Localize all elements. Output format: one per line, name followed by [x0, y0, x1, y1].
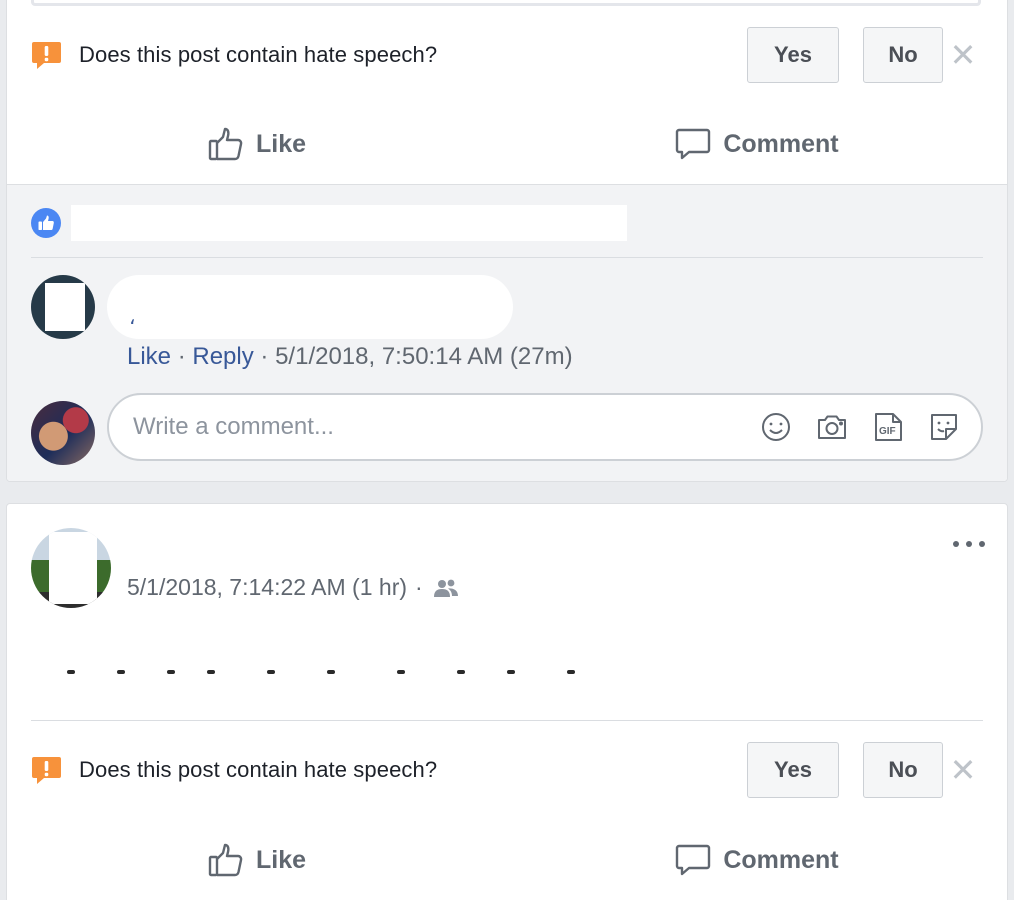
- comment-label: Comment: [723, 845, 839, 874]
- commenter-avatar[interactable]: [31, 275, 95, 339]
- like-label: Like: [255, 845, 307, 874]
- yes-button[interactable]: Yes: [747, 27, 839, 83]
- comment-meta: Like · Reply · 5/1/2018, 7:50:14 AM (27m…: [127, 343, 573, 371]
- comment-bubble: ،: [107, 275, 513, 339]
- current-user-avatar[interactable]: [31, 401, 95, 465]
- post-meta: 5/1/2018, 7:14:22 AM (1 hr) ·: [127, 574, 459, 601]
- redaction-box: [45, 283, 85, 331]
- comment-button[interactable]: Comment: [507, 108, 1007, 180]
- post-body-cropped: [37, 660, 637, 674]
- yes-button[interactable]: Yes: [747, 742, 839, 798]
- thumbs-up-icon: [208, 842, 244, 878]
- sticker-icon[interactable]: [925, 408, 963, 446]
- gif-icon[interactable]: GIF: [869, 408, 907, 446]
- meta-separator: ·: [415, 574, 423, 600]
- post-actions: Like Comment: [7, 824, 1007, 896]
- svg-text:GIF: GIF: [879, 426, 896, 437]
- warning-icon: [31, 40, 62, 71]
- redaction-box: [49, 532, 97, 604]
- meta-separator: ·: [177, 343, 186, 370]
- redacted-reaction-names: [71, 205, 627, 241]
- like-label: Like: [255, 129, 307, 158]
- comment-timestamp[interactable]: 5/1/2018, 7:50:14 AM (27m): [275, 343, 573, 370]
- comment-label: Comment: [723, 129, 839, 158]
- reactions-summary[interactable]: [31, 205, 627, 241]
- meta-separator: ·: [260, 343, 269, 370]
- thumbs-up-icon: [208, 126, 244, 162]
- friends-icon[interactable]: [433, 578, 459, 598]
- shared-content-frame: [31, 0, 981, 6]
- like-button[interactable]: Like: [7, 108, 507, 180]
- hate-speech-question: Does this post contain hate speech?: [79, 757, 438, 782]
- warning-icon: [31, 755, 62, 786]
- comment-icon: [675, 842, 711, 878]
- post-divider: [31, 720, 983, 721]
- comment-composer: GIF: [107, 393, 983, 461]
- comment-item: ، Like · Reply · 5/1/2018, 7:50:14 AM (2…: [31, 275, 573, 370]
- post-card: Does this post contain hate speech? Yes …: [6, 0, 1008, 482]
- comment-icon: [675, 126, 711, 162]
- hate-speech-prompt: Does this post contain hate speech? Yes …: [31, 27, 983, 83]
- comment-button[interactable]: Comment: [507, 824, 1007, 896]
- camera-icon[interactable]: [813, 408, 851, 446]
- post-actions: Like Comment: [7, 108, 1007, 180]
- comments-section: ، Like · Reply · 5/1/2018, 7:50:14 AM (2…: [7, 184, 1007, 481]
- author-avatar[interactable]: [31, 528, 111, 608]
- post-timestamp[interactable]: 5/1/2018, 7:14:22 AM (1 hr): [127, 574, 407, 601]
- like-button[interactable]: Like: [7, 824, 507, 896]
- comment-text: ،: [129, 307, 136, 329]
- emoji-icon[interactable]: [757, 408, 795, 446]
- comment-reply-link[interactable]: Reply: [192, 343, 253, 370]
- comment-like-link[interactable]: Like: [127, 343, 171, 370]
- dismiss-icon[interactable]: ✕: [943, 750, 983, 790]
- hate-speech-prompt: Does this post contain hate speech? Yes …: [31, 742, 983, 798]
- no-button[interactable]: No: [863, 27, 943, 83]
- post-header: [31, 528, 111, 608]
- dismiss-icon[interactable]: ✕: [943, 35, 983, 75]
- post-card: 5/1/2018, 7:14:22 AM (1 hr) · Does this …: [6, 503, 1008, 900]
- comments-divider: [31, 257, 983, 258]
- no-button[interactable]: No: [863, 742, 943, 798]
- hate-speech-question: Does this post contain hate speech?: [79, 42, 438, 67]
- like-reaction-icon: [31, 208, 61, 238]
- post-options-icon[interactable]: [953, 534, 985, 554]
- comment-input[interactable]: [133, 413, 739, 441]
